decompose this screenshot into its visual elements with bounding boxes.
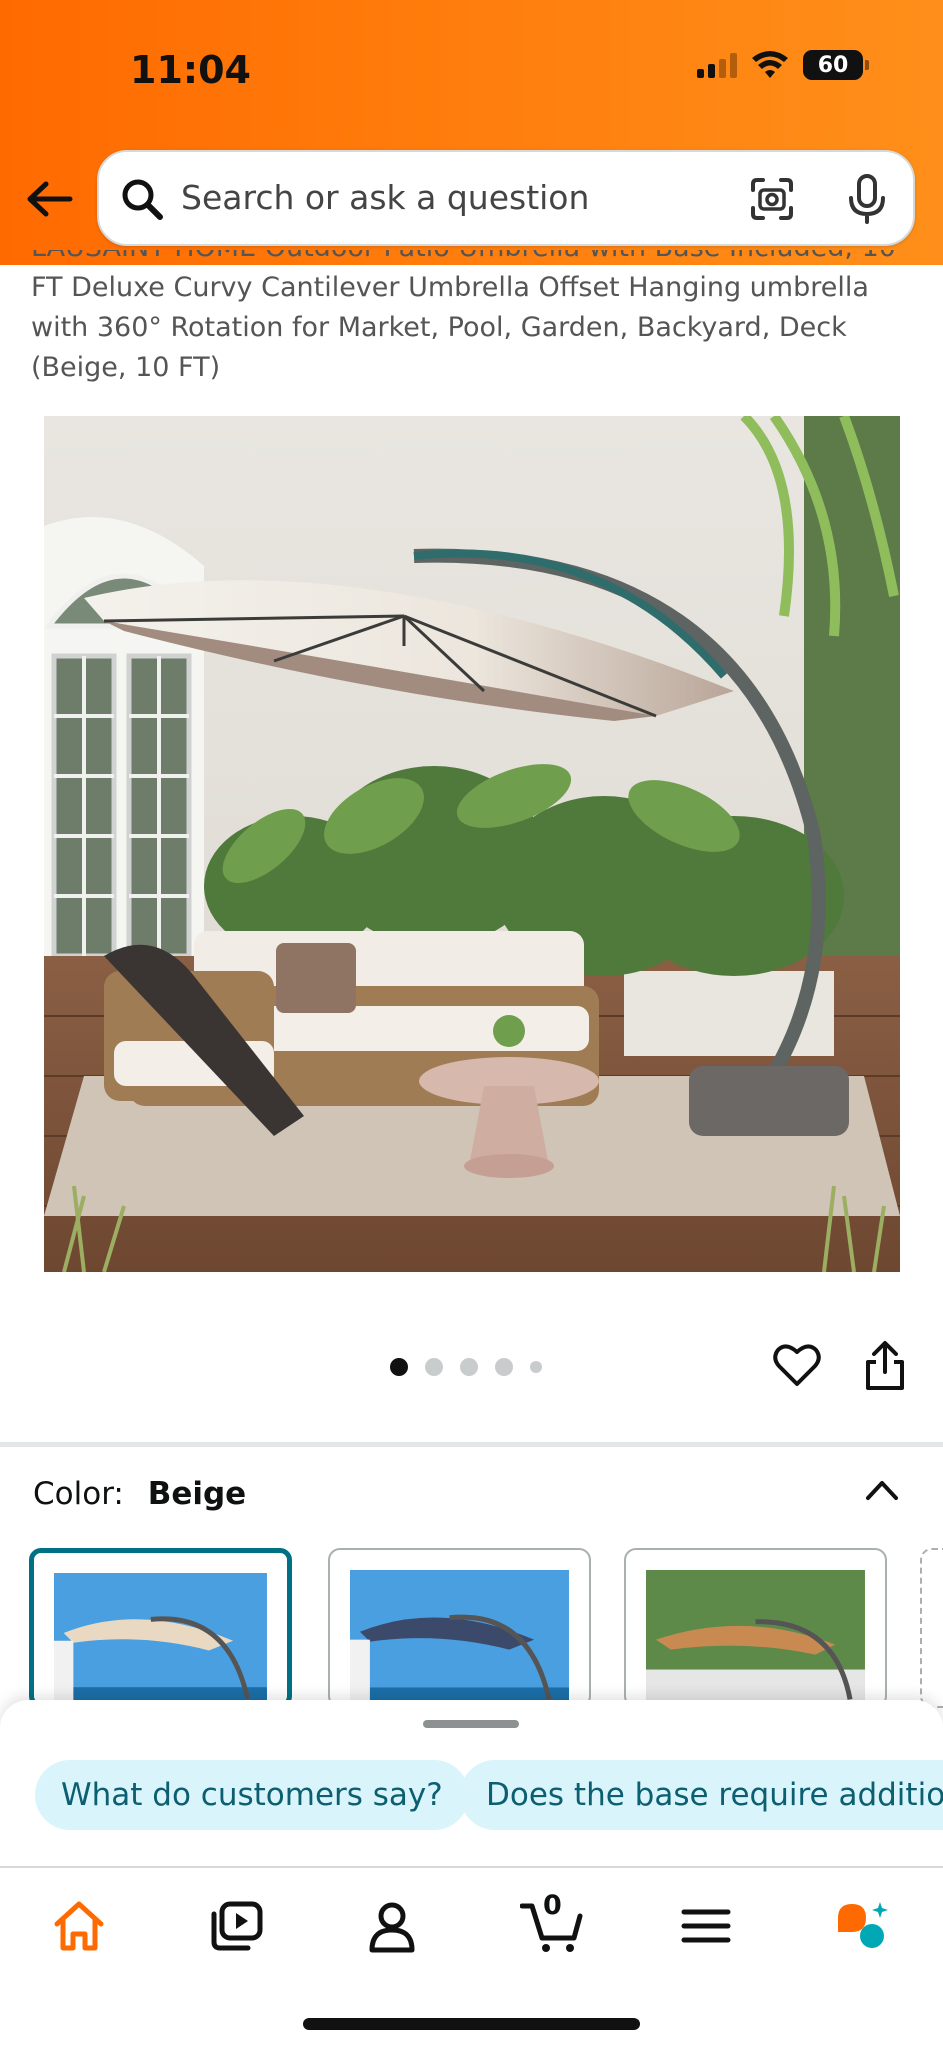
pagination-dot[interactable]: [530, 1361, 542, 1373]
color-swatch-more[interactable]: [920, 1548, 943, 1708]
video-icon[interactable]: [208, 1898, 264, 1954]
status-icons: 60: [697, 50, 869, 80]
home-indicator: [303, 2018, 640, 2030]
battery-icon: 60: [803, 50, 869, 80]
menu-icon[interactable]: [678, 1898, 734, 1954]
search-bar[interactable]: Search or ask a question: [97, 150, 915, 246]
header: 11:04 60 Search or ask a question: [0, 0, 943, 265]
account-icon[interactable]: [364, 1898, 420, 1954]
suggestion-chip[interactable]: What do customers say?: [35, 1760, 469, 1830]
color-label: Color:: [33, 1476, 124, 1512]
color-value: Beige: [147, 1476, 247, 1512]
microphone-icon[interactable]: [843, 172, 891, 226]
product-title-text: LAUSAINT HOME Outdoor Patio Umbrella wit…: [31, 250, 896, 383]
suggestion-chip[interactable]: Does the base require addition: [460, 1760, 943, 1830]
share-icon[interactable]: [862, 1340, 908, 1392]
search-input[interactable]: Search or ask a question: [181, 178, 589, 217]
wifi-icon: [752, 51, 788, 78]
suggestion-sheet: What do customers say? Does the base req…: [0, 1700, 943, 1868]
camera-search-icon[interactable]: [747, 174, 797, 224]
product-title: LAUSAINT HOME Outdoor Patio Umbrella wit…: [31, 250, 911, 410]
sheet-grabber[interactable]: [423, 1720, 519, 1728]
color-selector: Color: Beige: [33, 1476, 246, 1512]
rufus-icon[interactable]: [834, 1898, 890, 1954]
color-swatch-beige[interactable]: [29, 1548, 292, 1708]
product-image[interactable]: [44, 416, 900, 1272]
status-time: 11:04: [130, 48, 251, 92]
divider: [0, 1442, 943, 1447]
color-swatch-navy[interactable]: [328, 1548, 591, 1708]
home-icon[interactable]: [51, 1898, 107, 1954]
signal-icon: [697, 52, 737, 78]
bottom-nav: 0: [0, 1866, 943, 2048]
image-pagination[interactable]: [390, 1358, 542, 1376]
cart-count: 0: [543, 1890, 562, 1921]
color-swatch-tan[interactable]: [624, 1548, 887, 1708]
search-icon: [122, 179, 163, 220]
heart-icon[interactable]: [772, 1340, 822, 1390]
back-arrow-icon[interactable]: [24, 176, 74, 222]
pagination-dot[interactable]: [495, 1358, 513, 1376]
battery-level: 60: [817, 52, 849, 78]
swatch-image: [646, 1570, 865, 1706]
pagination-dot[interactable]: [425, 1358, 443, 1376]
pagination-dot[interactable]: [460, 1358, 478, 1376]
swatch-image: [350, 1570, 569, 1706]
swatch-image: [54, 1573, 267, 1703]
pagination-dot[interactable]: [390, 1358, 408, 1376]
chevron-up-icon[interactable]: [862, 1474, 902, 1504]
